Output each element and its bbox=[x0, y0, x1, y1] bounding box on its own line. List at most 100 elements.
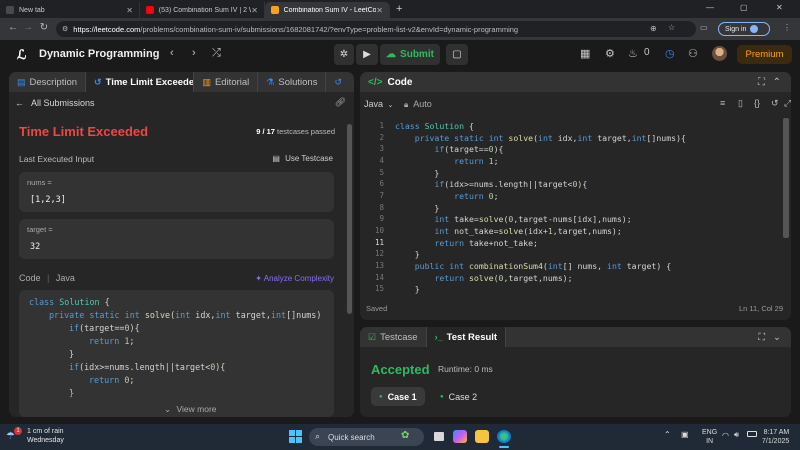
wifi-icon[interactable]: ◠ bbox=[722, 431, 729, 440]
editor-line[interactable]: } bbox=[395, 203, 439, 213]
expand-editor-icon[interactable]: ⤢ bbox=[784, 98, 791, 109]
reload-icon[interactable]: ↻ bbox=[35, 22, 53, 33]
editor-line[interactable]: if(target==0){ bbox=[395, 144, 503, 154]
debug-button[interactable]: ✲ bbox=[334, 44, 354, 65]
input-language-indicator[interactable]: ENG IN bbox=[702, 428, 717, 446]
sign-in-button[interactable]: Sign in bbox=[718, 22, 770, 36]
editor-line[interactable]: return solve(0,target,nums); bbox=[395, 273, 572, 283]
editor-line[interactable]: } bbox=[395, 249, 420, 259]
new-tab-button[interactable]: + bbox=[396, 3, 402, 15]
editor-line[interactable]: class Solution { bbox=[395, 121, 474, 131]
tab-test-result[interactable]: ›_ Test Result bbox=[426, 327, 507, 347]
minimize-button[interactable]: — bbox=[706, 3, 714, 12]
maximize-panel-icon[interactable]: ⛶ bbox=[758, 332, 765, 343]
clock[interactable]: 8:17 AM 7/1/2025 bbox=[762, 428, 789, 446]
zoom-icon[interactable]: ⊕ bbox=[650, 24, 657, 33]
upload-cloud-icon: ☁ bbox=[386, 49, 397, 60]
submit-button[interactable]: ☁ Submit bbox=[380, 44, 440, 65]
editor-line[interactable]: private static int solve(int idx,int tar… bbox=[395, 133, 686, 143]
editor-line[interactable]: return 0; bbox=[395, 191, 498, 201]
notes-button[interactable]: ▢ bbox=[446, 44, 468, 65]
case-1-button[interactable]: ● Case 1 bbox=[371, 387, 425, 406]
editor-line[interactable]: return take+not_take; bbox=[395, 238, 538, 248]
chevron-down-icon: ⌄ bbox=[164, 404, 172, 414]
editor-line[interactable]: int not_take=solve(idx+1,target,nums); bbox=[395, 226, 621, 236]
copilot-icon[interactable] bbox=[453, 430, 467, 443]
tray-app-icon[interactable]: ▣ bbox=[681, 430, 689, 439]
task-view-icon[interactable] bbox=[432, 430, 446, 443]
avatar[interactable] bbox=[712, 46, 727, 61]
edge-browser-icon[interactable] bbox=[497, 430, 511, 443]
language-select[interactable]: Java ⌄ bbox=[364, 99, 393, 109]
all-submissions-link[interactable]: ← All Submissions bbox=[15, 98, 95, 108]
close-tab-icon[interactable]: ✕ bbox=[376, 6, 383, 15]
editor-line[interactable]: } bbox=[395, 284, 420, 294]
timer-icon[interactable]: ◷ bbox=[665, 47, 675, 60]
close-window-button[interactable]: ✕ bbox=[776, 3, 783, 12]
left-panel-scrollbar[interactable] bbox=[347, 124, 352, 314]
premium-button[interactable]: Premium bbox=[737, 45, 792, 64]
use-testcase-button[interactable]: ▤ Use Testcase bbox=[272, 154, 333, 163]
editor-line[interactable]: public int combinationSum4(int[] nums, i… bbox=[395, 261, 671, 271]
problem-list-title[interactable]: Dynamic Programming bbox=[39, 48, 159, 60]
view-more-button[interactable]: ⌄ View more bbox=[164, 404, 217, 415]
close-tab-icon[interactable]: ✕ bbox=[251, 6, 258, 15]
browser-tab-new-tab[interactable]: New tab ✕ bbox=[0, 2, 140, 18]
editor-line[interactable]: int take=solve(0,target-nums[idx],nums); bbox=[395, 214, 631, 224]
taskbar-search-box[interactable]: ⌕ Quick search ✿ bbox=[309, 428, 424, 446]
collapse-panel-icon[interactable]: ⌃ bbox=[773, 77, 781, 88]
prev-problem-icon[interactable]: ‹ bbox=[170, 47, 174, 59]
next-problem-icon[interactable]: › bbox=[192, 47, 196, 59]
site-info-icon[interactable]: ⚙ bbox=[62, 25, 68, 33]
notes-icon[interactable]: ≡ bbox=[720, 98, 725, 108]
add-friend-icon[interactable]: ⚇ bbox=[688, 47, 698, 60]
auto-mode-toggle[interactable]: 🔒︎ Auto bbox=[404, 99, 432, 110]
editor-line[interactable]: } bbox=[395, 168, 439, 178]
tab-label: New tab bbox=[19, 6, 45, 14]
volume-icon[interactable]: 🔊︎ bbox=[734, 430, 739, 440]
shuffle-icon[interactable]: ⤮ bbox=[212, 47, 221, 60]
maximize-panel-icon[interactable]: ⛶ bbox=[758, 77, 765, 88]
settings-gear-icon[interactable]: ⚙ bbox=[605, 47, 615, 60]
leetcode-logo-icon[interactable]: ℒ bbox=[17, 47, 26, 63]
line-number: 12 bbox=[374, 249, 384, 258]
analyze-complexity-button[interactable]: ✦ Analyze Complexity bbox=[255, 274, 334, 283]
close-tab-icon[interactable]: ✕ bbox=[126, 6, 133, 15]
editor-scrollbar[interactable] bbox=[783, 118, 789, 238]
streak-fire-icon[interactable]: ♨ bbox=[628, 47, 638, 60]
run-button[interactable]: ▶ bbox=[356, 44, 378, 65]
maximize-button[interactable]: ▢ bbox=[740, 3, 748, 12]
url-field[interactable]: ⚙ https://leetcode.com /problems/combina… bbox=[56, 21, 696, 37]
collapse-panel-icon[interactable]: ⌄ bbox=[773, 332, 781, 343]
reset-code-icon[interactable]: ↺ bbox=[771, 98, 779, 109]
battery-icon[interactable] bbox=[747, 431, 757, 437]
tab-submission-result[interactable]: ↺ Time Limit Exceeded bbox=[86, 72, 195, 92]
editor-line[interactable]: if(idx>=nums.length||target<0){ bbox=[395, 179, 587, 189]
code-label: Code bbox=[19, 273, 41, 283]
tab-solutions[interactable]: ⚗ Solutions bbox=[258, 72, 327, 92]
case-2-button[interactable]: ● Case 2 bbox=[432, 387, 485, 406]
code-line: return 0; bbox=[89, 375, 135, 385]
tab-description[interactable]: ▤ Description bbox=[9, 72, 87, 92]
start-windows-icon[interactable] bbox=[289, 430, 302, 443]
browser-tab-youtube[interactable]: (53) Combination Sum IV | 2 Ways ✕ bbox=[140, 2, 265, 18]
terminal-icon: ›_ bbox=[434, 332, 443, 342]
tab-testcase[interactable]: ☑ Testcase bbox=[360, 327, 427, 347]
share-link-icon[interactable]: 🔗︎ bbox=[335, 97, 346, 108]
tab-editorial[interactable]: ▥ Editorial bbox=[194, 72, 259, 92]
file-explorer-icon[interactable] bbox=[475, 430, 489, 443]
bookmark-icon[interactable]: ▯ bbox=[738, 98, 743, 109]
bookmark-star-icon[interactable]: ☆ bbox=[668, 23, 675, 32]
sidepanel-icon[interactable]: ▭ bbox=[700, 23, 708, 32]
weather-widget[interactable]: 1 cm of rain Wednesday bbox=[27, 427, 64, 445]
run-controls: ✲ ▶ ☁ Submit ▢ bbox=[334, 44, 468, 65]
code-line: if(target==0){ bbox=[69, 323, 140, 333]
menu-kebab-icon[interactable]: ⋮ bbox=[783, 23, 791, 32]
layout-grid-icon[interactable]: ▦ bbox=[580, 47, 590, 60]
browser-tab-leetcode[interactable]: Combination Sum IV - LeetCode ✕ bbox=[265, 2, 390, 18]
editor-line[interactable]: return 1; bbox=[395, 156, 498, 166]
chevron-up-icon[interactable]: ⌃ bbox=[664, 430, 671, 439]
bug-icon: ✲ bbox=[339, 49, 349, 60]
tab-submissions-history[interactable]: ↺ bbox=[326, 72, 354, 92]
format-code-icon[interactable]: {} bbox=[754, 98, 760, 108]
